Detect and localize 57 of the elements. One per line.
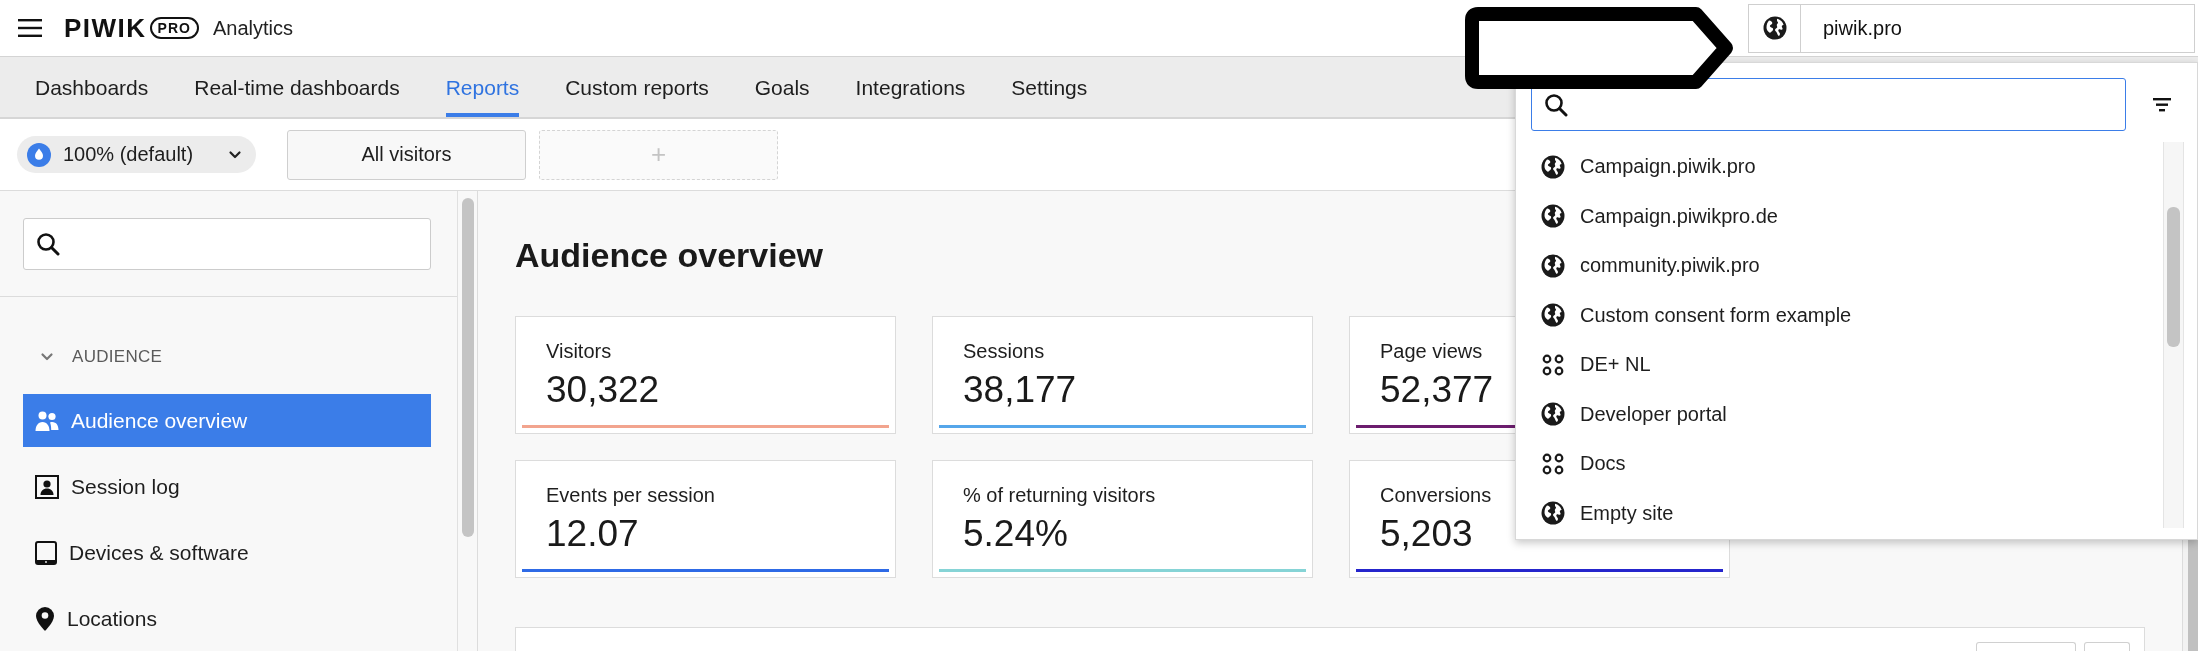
metric-label: Events per session (546, 483, 715, 507)
metric-label: Sessions (963, 339, 1045, 363)
sidebar-item[interactable]: Locations (23, 592, 431, 645)
site-selector[interactable]: piwik.pro (1748, 3, 2195, 53)
globe-icon (1541, 402, 1565, 427)
map-pin-icon (35, 605, 55, 632)
four-dots-icon (1541, 352, 1565, 377)
panel-control[interactable] (2084, 642, 2130, 651)
metric-value: 5,203 (1380, 514, 1473, 554)
nav-tab[interactable]: Real-time dashboards (194, 57, 400, 117)
search-icon (36, 232, 60, 256)
metric-label: Visitors (546, 339, 612, 363)
menu-icon (18, 18, 42, 38)
metric-label: % of returning visitors (963, 483, 1156, 507)
globe-icon (1541, 154, 1565, 179)
globe-icon (1541, 204, 1565, 229)
metric-value: 52,377 (1380, 370, 1494, 410)
four-dots-icon (1541, 451, 1565, 476)
sidebar-item[interactable]: Devices & software (23, 526, 431, 579)
metric-label: Page views (1380, 339, 1483, 363)
brand-badge: PRO (149, 17, 199, 39)
globe-icon (1541, 501, 1565, 526)
globe-icon (1541, 303, 1565, 328)
droplet-icon (27, 142, 51, 167)
brand-name: PIWIK (64, 13, 147, 43)
nav-tab[interactable]: Custom reports (565, 57, 709, 117)
metric-value: 12.07 (546, 514, 639, 554)
nav-tab[interactable]: Integrations (855, 57, 966, 117)
menu-button[interactable] (18, 18, 42, 38)
tablet-icon (35, 540, 57, 565)
scrollbar-thumb[interactable] (462, 198, 474, 537)
globe-icon (1541, 253, 1565, 278)
segment-button[interactable]: All visitors (287, 129, 526, 180)
filter-icon (2151, 95, 2173, 114)
product-name: Analytics (212, 16, 293, 40)
sidebar-search-field[interactable] (23, 218, 431, 270)
sidebar-item[interactable]: Session log (23, 460, 431, 513)
scrollbar-thumb[interactable] (2167, 207, 2180, 347)
globe-icon (1762, 16, 1787, 40)
portrait-icon (35, 474, 59, 499)
section-header[interactable]: AUDIENCE (23, 341, 163, 373)
nav-tab[interactable]: Goals (754, 57, 810, 117)
nav-tab[interactable]: Dashboards (35, 57, 149, 117)
page-title: Audience overview (515, 235, 823, 275)
metric-value: 5.24% (963, 514, 1068, 554)
metric-label: Conversions (1380, 483, 1492, 507)
sampling-selector[interactable]: 100% (default) (17, 136, 256, 173)
people-icon (35, 409, 59, 432)
site-search-field[interactable] (1531, 78, 2126, 131)
panel-control[interactable] (1976, 642, 2076, 651)
search-icon (1544, 92, 1568, 117)
scrollbar-thumb[interactable] (2188, 540, 2198, 651)
nav-tab[interactable]: Settings (1011, 57, 1088, 117)
metric-value: 38,177 (963, 370, 1077, 410)
metric-value: 30,322 (546, 370, 660, 410)
sidebar-item[interactable]: Audience overview (23, 394, 431, 447)
filter-button[interactable] (2151, 95, 2173, 114)
